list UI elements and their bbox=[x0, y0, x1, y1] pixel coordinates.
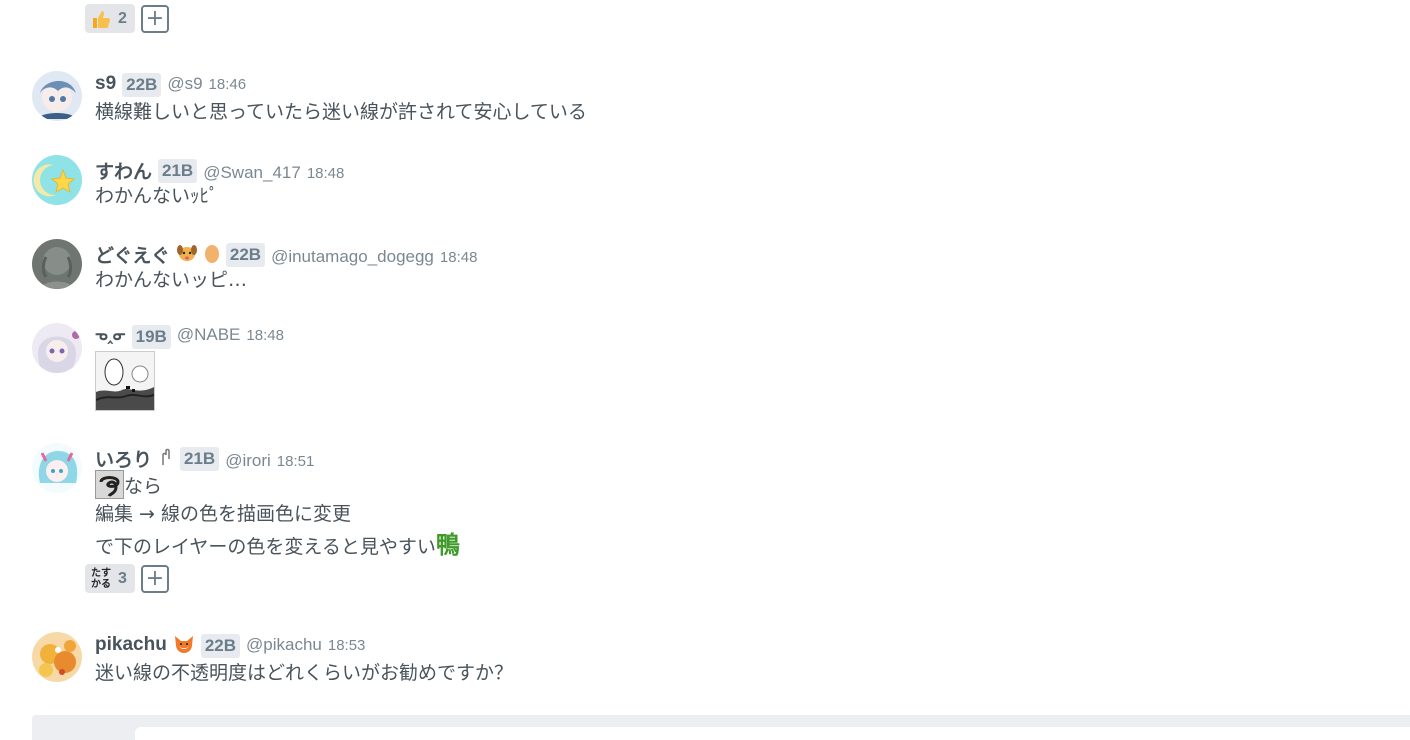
fox-icon bbox=[173, 634, 195, 658]
avatar[interactable] bbox=[32, 155, 82, 205]
avatar[interactable] bbox=[32, 323, 82, 373]
avatar[interactable] bbox=[32, 239, 82, 289]
thumbs-up-icon bbox=[89, 7, 113, 31]
author-name[interactable]: pikachu bbox=[95, 634, 167, 656]
tasukaru-stamp: たす かる bbox=[91, 567, 111, 590]
author-name[interactable]: ᓀ‸ᓂ bbox=[95, 326, 126, 344]
message-text: 横線難しいと思っていたら迷い線が許されて安心している bbox=[95, 101, 587, 123]
duck-stamp: 鴨 bbox=[435, 531, 460, 559]
message-text: わかんないｯﾋﾟ bbox=[95, 185, 219, 207]
message-text: で下のレイヤーの色を変えると見やすい bbox=[95, 536, 436, 558]
author-handle[interactable]: @inutamago_dogegg bbox=[271, 247, 434, 267]
message-line-3: で下のレイヤーの色を変えると見やすい鴨 bbox=[95, 525, 460, 560]
avatar[interactable] bbox=[32, 632, 82, 682]
timestamp[interactable]: 18:48 bbox=[246, 327, 284, 344]
avatar[interactable] bbox=[32, 443, 82, 493]
grade-badge[interactable]: 22B bbox=[122, 73, 162, 97]
grade-badge[interactable]: 22B bbox=[225, 242, 266, 267]
grade-badge[interactable]: 19B bbox=[131, 325, 171, 349]
timestamp[interactable]: 18:46 bbox=[209, 76, 247, 93]
avatar[interactable] bbox=[32, 71, 82, 121]
hand-icon bbox=[158, 447, 174, 471]
tasukaru-reaction[interactable]: たす かる 3 bbox=[85, 564, 135, 593]
add-reaction-button[interactable]: + bbox=[140, 4, 169, 33]
message-text: なら bbox=[124, 475, 163, 498]
author-handle[interactable]: @pikachu bbox=[246, 635, 322, 655]
author-handle[interactable]: @s9 bbox=[167, 74, 202, 94]
timestamp[interactable]: 18:51 bbox=[277, 453, 315, 470]
reaction-row: たす かる 3 + bbox=[85, 564, 169, 593]
author-name[interactable]: すわん bbox=[95, 157, 152, 184]
attached-image[interactable] bbox=[95, 351, 155, 411]
grade-badge[interactable]: 21B bbox=[180, 446, 220, 471]
author-name[interactable]: いろり bbox=[95, 445, 152, 472]
reaction-row-top: 2 + bbox=[85, 4, 169, 33]
message-input[interactable] bbox=[135, 727, 1410, 740]
reaction-count: 2 bbox=[118, 9, 127, 27]
author-name[interactable]: どぐえぐ bbox=[95, 241, 170, 268]
reaction-count: 3 bbox=[118, 569, 127, 587]
author-handle[interactable]: @irori bbox=[225, 451, 271, 471]
grade-badge[interactable]: 21B bbox=[158, 158, 198, 183]
thumbs-up-reaction[interactable]: 2 bbox=[85, 4, 135, 33]
message-input-area bbox=[32, 715, 1410, 740]
timestamp[interactable]: 18:53 bbox=[328, 637, 366, 654]
timestamp[interactable]: 18:48 bbox=[440, 249, 478, 266]
author-handle[interactable]: @Swan_417 bbox=[203, 163, 301, 183]
message-text: 迷い線の不透明度はどれくらいがお勧めですか？ bbox=[95, 662, 514, 684]
message-text: 編集 → 線の色を描画色に変更 bbox=[95, 503, 351, 525]
egg-icon bbox=[204, 243, 220, 267]
add-reaction-button[interactable]: + bbox=[140, 564, 169, 593]
grade-badge[interactable]: 22B bbox=[200, 634, 240, 658]
timestamp[interactable]: 18:48 bbox=[307, 165, 345, 182]
dog-face-icon bbox=[176, 243, 198, 267]
message-text: わかんないッピ… bbox=[95, 269, 248, 291]
author-handle[interactable]: @NABE bbox=[177, 325, 241, 345]
author-name[interactable]: s9 bbox=[95, 73, 116, 95]
